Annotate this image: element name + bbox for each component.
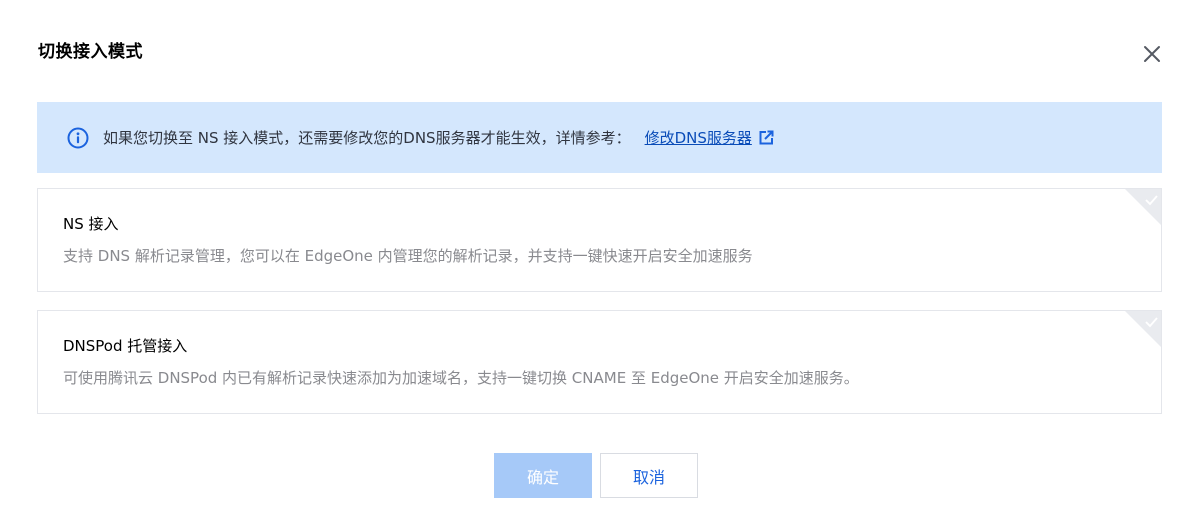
close-button[interactable] bbox=[1140, 42, 1164, 66]
check-icon bbox=[1125, 189, 1161, 225]
modify-dns-link[interactable]: 修改DNS服务器 bbox=[645, 127, 752, 148]
option-card-dnspod[interactable]: DNSPod 托管接入 可使用腾讯云 DNSPod 内已有解析记录快速添加为加速… bbox=[37, 310, 1162, 414]
info-banner: 如果您切换至 NS 接入模式，还需要修改您的DNS服务器才能生效，详情参考： 修… bbox=[37, 102, 1162, 173]
confirm-button[interactable]: 确定 bbox=[494, 453, 592, 498]
cancel-button[interactable]: 取消 bbox=[600, 453, 698, 498]
info-text: 如果您切换至 NS 接入模式，还需要修改您的DNS服务器才能生效，详情参考： bbox=[103, 129, 631, 147]
check-icon bbox=[1125, 311, 1161, 347]
option-title: NS 接入 bbox=[63, 215, 119, 233]
info-circle-icon bbox=[67, 127, 89, 149]
dialog-title: 切换接入模式 bbox=[38, 42, 143, 62]
option-description: 可使用腾讯云 DNSPod 内已有解析记录快速添加为加速域名，支持一键切换 CN… bbox=[63, 369, 859, 387]
option-title: DNSPod 托管接入 bbox=[63, 337, 188, 355]
external-link-icon[interactable] bbox=[758, 130, 774, 146]
option-description: 支持 DNS 解析记录管理，您可以在 EdgeOne 内管理您的解析记录，并支持… bbox=[63, 247, 753, 265]
close-icon bbox=[1144, 46, 1160, 62]
switch-access-mode-dialog: 切换接入模式 如果您切换至 NS 接入模式，还需要修改您的DNS服务器才能生效，… bbox=[0, 0, 1197, 532]
option-card-ns[interactable]: NS 接入 支持 DNS 解析记录管理，您可以在 EdgeOne 内管理您的解析… bbox=[37, 188, 1162, 292]
